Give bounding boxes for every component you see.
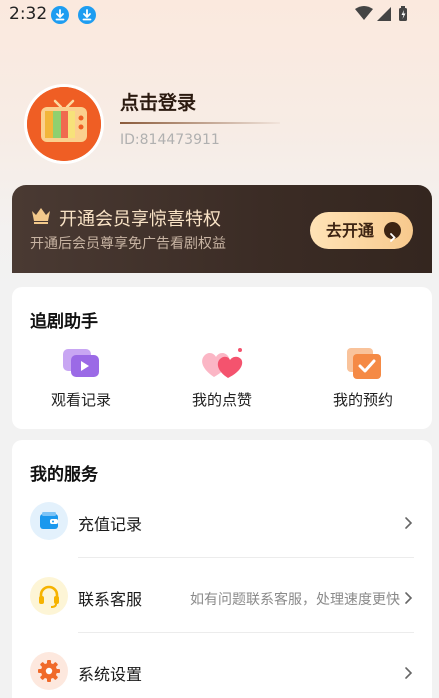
watch-history-icon	[59, 345, 103, 381]
recharge-records-row[interactable]: 充值记录	[12, 486, 432, 556]
my-likes-label: 我的点赞	[191, 391, 252, 409]
recharge-records-label: 充值记录	[78, 515, 143, 534]
chevron-right-icon	[404, 515, 414, 534]
chevron-right-icon	[404, 590, 414, 609]
headset-icon	[30, 577, 68, 615]
user-id: ID:814473911	[120, 132, 220, 148]
chevron-right-icon	[384, 222, 401, 242]
status-bar: 2:32	[0, 0, 439, 30]
download-icon	[78, 6, 96, 24]
open-vip-button[interactable]: 去开通	[310, 212, 413, 249]
vip-title: 开通会员享惊喜特权	[59, 209, 221, 230]
drama-helper-card: 追剧助手 观看记录 我的点赞 我的预约	[12, 287, 432, 429]
divider	[120, 122, 280, 124]
status-time: 2:32	[9, 4, 48, 24]
login-link[interactable]: 点击登录	[120, 88, 196, 115]
my-services-title: 我的服务	[30, 465, 98, 485]
crown-icon	[30, 205, 52, 229]
my-services-card: 我的服务 充值记录 联系客服 如有问题联系客服，处理速度更快 系统设置	[12, 440, 432, 698]
wifi-icon	[355, 6, 373, 20]
watch-history-label: 观看记录	[50, 391, 111, 409]
chevron-right-icon	[404, 665, 414, 684]
contact-support-hint: 如有问题联系客服，处理速度更快	[190, 592, 400, 608]
open-vip-button-label: 去开通	[326, 221, 375, 240]
divider	[78, 557, 414, 558]
contact-support-row[interactable]: 联系客服 如有问题联系客服，处理速度更快	[12, 561, 432, 631]
profile-section[interactable]: 点击登录 ID:814473911	[0, 80, 439, 170]
my-likes-button[interactable]: 我的点赞	[167, 345, 277, 410]
settings-icon	[30, 652, 68, 690]
likes-icon	[200, 345, 244, 381]
my-reservations-label: 我的预约	[332, 391, 393, 409]
system-settings-label: 系统设置	[78, 665, 143, 684]
wallet-icon	[30, 502, 68, 540]
battery-icon	[399, 6, 407, 21]
vip-subtitle: 开通后会员尊享免广告看剧权益	[30, 236, 226, 252]
drama-helper-title: 追剧助手	[30, 312, 98, 332]
watch-history-button[interactable]: 观看记录	[26, 345, 136, 410]
vip-banner[interactable]: 开通会员享惊喜特权 开通后会员尊享免广告看剧权益 去开通	[12, 185, 432, 273]
signal-icon	[377, 7, 391, 21]
reservations-icon	[341, 345, 385, 381]
system-settings-row[interactable]: 系统设置	[12, 636, 432, 698]
contact-support-label: 联系客服	[78, 590, 143, 609]
avatar[interactable]	[24, 84, 104, 164]
tv-icon	[27, 87, 101, 161]
system-icons	[355, 5, 415, 27]
my-reservations-button[interactable]: 我的预约	[308, 345, 418, 410]
divider	[78, 632, 414, 633]
download-icon	[51, 6, 69, 24]
